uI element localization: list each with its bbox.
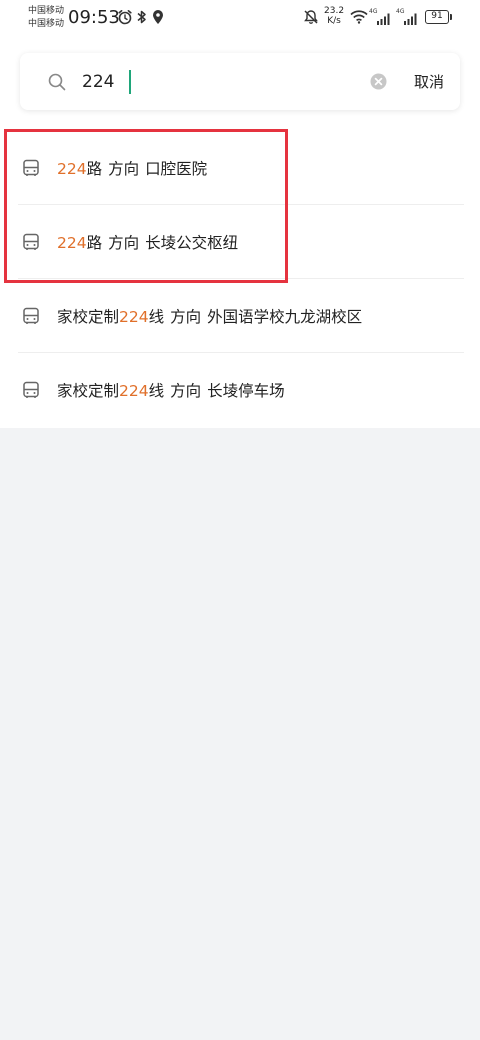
bus-icon (23, 307, 39, 324)
network-speed-unit: K/s (327, 16, 341, 26)
alarm-icon (118, 10, 132, 25)
location-icon (153, 10, 163, 24)
result-match-highlight: 224 (119, 308, 149, 326)
signal-icon-2 (404, 13, 417, 25)
wifi-icon (350, 10, 368, 24)
result-label: 家校定制224线 方向 长堎停车场 (57, 379, 285, 401)
bus-icon (23, 381, 39, 398)
result-direction-word: 方向 (170, 382, 202, 400)
bluetooth-icon (137, 10, 146, 24)
carrier-2: 中国移动 (28, 19, 65, 29)
carrier-1: 中国移动 (28, 6, 65, 16)
battery-icon: 91 (425, 10, 452, 24)
result-type: 线 (148, 382, 165, 400)
result-label: 家校定制224线 方向 外国语学校九龙湖校区 (57, 305, 362, 327)
result-match-highlight: 224 (119, 382, 149, 400)
battery-level: 91 (431, 11, 443, 21)
result-prefix: 家校定制 (57, 308, 120, 326)
status-bar: 中国移动 中国移动 09:53 23.2 K/s 4G 4G 91 (0, 0, 480, 36)
search-bar: 取消 (20, 53, 460, 110)
clock: 09:53 (68, 7, 120, 28)
result-destination: 外国语学校九龙湖校区 (207, 308, 363, 326)
result-type: 线 (148, 308, 165, 326)
search-input[interactable] (82, 71, 342, 93)
annotation-highlight-box (4, 129, 288, 283)
signal-icon (377, 13, 390, 25)
result-destination: 长堎停车场 (207, 382, 285, 400)
network-speed: 23.2 K/s (324, 6, 344, 26)
result-prefix: 家校定制 (57, 382, 120, 400)
search-icon (48, 73, 66, 91)
carrier-labels: 中国移动 中国移动 (28, 5, 64, 31)
clear-icon[interactable] (370, 73, 387, 90)
result-item-3[interactable]: 家校定制224线 方向 外国语学校九龙湖校区 (0, 279, 480, 353)
cancel-button[interactable]: 取消 (408, 69, 450, 95)
result-item-4[interactable]: 家校定制224线 方向 长堎停车场 (0, 353, 480, 427)
mute-icon (304, 10, 318, 24)
text-caret (129, 70, 131, 94)
network-speed-value: 23.2 (324, 6, 345, 16)
result-direction-word: 方向 (170, 308, 202, 326)
